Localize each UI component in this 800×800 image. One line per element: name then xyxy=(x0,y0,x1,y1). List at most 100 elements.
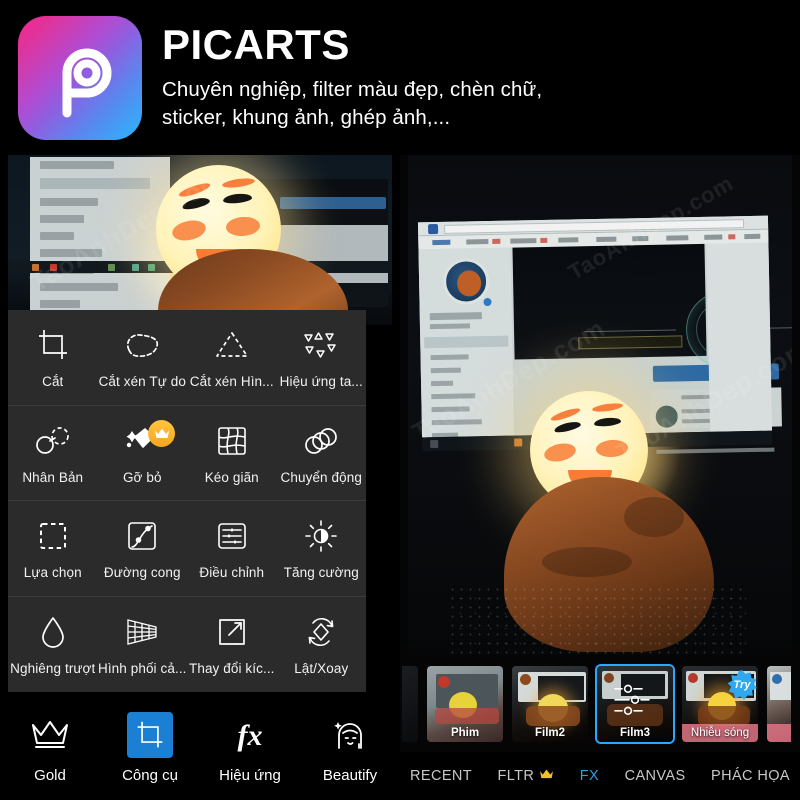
crown-badge-icon xyxy=(148,419,176,447)
filter-thumbnail-strip[interactable]: Phim Film2 Film3 Try Nhiễu sóng xyxy=(400,656,800,752)
tool-label: Tăng cường xyxy=(283,565,359,581)
tools-crop-icon xyxy=(127,712,173,758)
resize-icon xyxy=(211,612,253,652)
flip-rotate-icon xyxy=(300,612,342,652)
tools-grid-panel: Cắt Cắt xén Tự do Cắt xén Hìn... Hiệu ứn… xyxy=(8,310,366,692)
free-crop-icon xyxy=(121,325,163,365)
tab-recent[interactable]: RECENT xyxy=(410,768,472,784)
body-split: TaoAnhDep.com Cắt xyxy=(0,155,800,800)
thumb-label: Film2 xyxy=(534,727,566,739)
left-bottom-nav: Gold Công cụ fx Hiệu ứng Beautify xyxy=(0,692,400,800)
tagline-line-1: Chuyên nghiệp, filter màu đẹp, chèn chữ, xyxy=(162,78,543,102)
tab-canvas[interactable]: CANVAS xyxy=(625,768,686,784)
filter-thumbnail[interactable] xyxy=(400,664,420,744)
shape-crop-icon xyxy=(211,325,253,365)
bottom-tab-bar[interactable]: RECENT FLTR FX CANVAS PHÁC HỌA xyxy=(400,752,800,800)
tool-curves[interactable]: Đường cong xyxy=(98,501,188,596)
tab-label: RECENT xyxy=(410,768,473,784)
svg-text:fx: fx xyxy=(238,719,263,752)
nav-label: Hiệu ứng xyxy=(219,767,281,784)
nav-item-gold[interactable]: Gold xyxy=(0,712,100,784)
thumb-label: Nhiễu sóng xyxy=(682,724,758,742)
tab-label: CANVAS xyxy=(624,768,686,784)
tool-flip-rotate[interactable]: Lật/Xoay xyxy=(277,597,367,693)
enhance-icon xyxy=(300,516,342,556)
tool-dispersion[interactable]: Hiệu ứng ta... xyxy=(277,310,367,405)
selection-icon xyxy=(32,516,74,556)
filter-thumbnail[interactable] xyxy=(765,664,793,744)
tool-label: Hiệu ứng ta... xyxy=(279,374,363,390)
tool-row: Nhân Bản Gỡ bỏ Kéo giãn Chuyển động xyxy=(8,406,367,501)
tool-label: Nghiêng trượt xyxy=(10,661,96,677)
tool-label: Nhân Bản xyxy=(22,469,84,485)
tool-crop[interactable]: Cắt xyxy=(8,310,98,405)
profile-sidebar xyxy=(418,247,515,439)
tool-label: Lựa chọn xyxy=(23,565,82,581)
clone-icon xyxy=(32,421,74,461)
filter-thumbnail-nhieu-song[interactable]: Try Nhiễu sóng xyxy=(680,664,760,744)
stretch-icon xyxy=(211,421,253,461)
tool-label: Cắt xén Hìn... xyxy=(189,374,274,390)
tool-perspective[interactable]: Hình phối cả... xyxy=(98,597,188,693)
tab-phac-hoa[interactable]: PHÁC HỌA xyxy=(711,768,790,784)
tool-label: Cắt xyxy=(42,374,64,390)
nav-item-effects[interactable]: fx Hiệu ứng xyxy=(200,712,300,784)
filter-thumbnail-film3[interactable]: Film3 xyxy=(595,664,675,744)
thumb-label xyxy=(767,724,791,742)
tool-remove[interactable]: Gỡ bỏ xyxy=(98,406,188,501)
post-avatar xyxy=(655,405,678,428)
tagline-line-2: sticker, khung ảnh, ghép ảnh,... xyxy=(162,105,451,129)
photo-browser-sidebar xyxy=(30,157,170,325)
app-title: PICARTS xyxy=(162,21,350,69)
crown-icon xyxy=(27,712,73,758)
tab-fltr[interactable]: FLTR xyxy=(498,768,555,784)
nav-label: Gold xyxy=(34,767,66,784)
tool-label: Hình phối cả... xyxy=(97,661,187,677)
perspective-icon xyxy=(121,612,163,652)
tool-motion[interactable]: Chuyển động xyxy=(277,406,367,501)
tilt-shift-icon xyxy=(32,612,74,652)
adjust-icon xyxy=(211,516,253,556)
tool-selection[interactable]: Lựa chọn xyxy=(8,501,98,596)
tool-resize[interactable]: Thay đổi kíc... xyxy=(187,597,277,693)
tool-shape-crop[interactable]: Cắt xén Hìn... xyxy=(187,310,277,405)
tab-label: FX xyxy=(579,768,600,784)
left-photo-preview: TaoAnhDep.com xyxy=(8,155,392,325)
tool-row: Lựa chọn Đường cong Điều chỉnh Tăng cườn… xyxy=(8,501,366,597)
nav-label: Công cụ xyxy=(122,767,178,784)
nav-item-tools[interactable]: Công cụ xyxy=(100,712,200,784)
beautify-face-icon xyxy=(327,712,373,758)
tool-stretch[interactable]: Kéo giãn xyxy=(187,406,277,501)
thumb-label: Phim xyxy=(450,727,480,739)
left-pane-tools-screen: TaoAnhDep.com Cắt xyxy=(0,155,400,800)
tool-adjust[interactable]: Điều chỉnh xyxy=(187,501,277,596)
tool-clone[interactable]: Nhân Bản xyxy=(8,406,98,501)
thumb-image xyxy=(402,666,418,742)
fx-icon: fx xyxy=(227,712,273,758)
tool-row: Nghiêng trượt Hình phối cả... Thay đổi k… xyxy=(8,597,366,693)
facebook-icon xyxy=(428,223,439,235)
tool-label: Gỡ bỏ xyxy=(122,469,162,485)
tab-fx[interactable]: FX xyxy=(580,768,599,784)
motion-icon xyxy=(300,421,342,461)
tool-free-crop[interactable]: Cắt xén Tự do xyxy=(98,310,188,405)
app-screenshot: PICARTS Chuyên nghiệp, filter màu đẹp, c… xyxy=(0,0,800,800)
crown-icon xyxy=(539,768,554,784)
tab-label: FLTR xyxy=(497,768,535,784)
header-text-block: PICARTS Chuyên nghiệp, filter màu đẹp, c… xyxy=(162,24,542,130)
picsart-logo-icon xyxy=(18,15,142,140)
tab-label: PHÁC HỌA xyxy=(711,768,790,784)
filter-thumbnail-phim[interactable]: Phim xyxy=(425,664,505,744)
filter-thumbnail-film2[interactable]: Film2 xyxy=(510,664,590,744)
tool-label: Đường cong xyxy=(103,565,181,581)
nav-label: Beautify xyxy=(322,767,378,784)
dispersion-icon xyxy=(300,325,342,365)
right-pane-editor-screen: TaoAnhDep.com TaoAnhDep.com TaoAnhDep.co… xyxy=(400,155,800,800)
nav-item-beautify[interactable]: Beautify xyxy=(300,712,400,784)
tool-tilt-shift[interactable]: Nghiêng trượt xyxy=(8,597,98,693)
tool-enhance[interactable]: Tăng cường xyxy=(277,501,367,596)
crop-icon xyxy=(32,325,74,365)
right-photo-preview: TaoAnhDep.com TaoAnhDep.com TaoAnhDep.co… xyxy=(408,155,792,655)
tool-label: Lật/Xoay xyxy=(294,661,349,677)
tool-row: Cắt Cắt xén Tự do Cắt xén Hìn... Hiệu ứn… xyxy=(8,310,366,406)
